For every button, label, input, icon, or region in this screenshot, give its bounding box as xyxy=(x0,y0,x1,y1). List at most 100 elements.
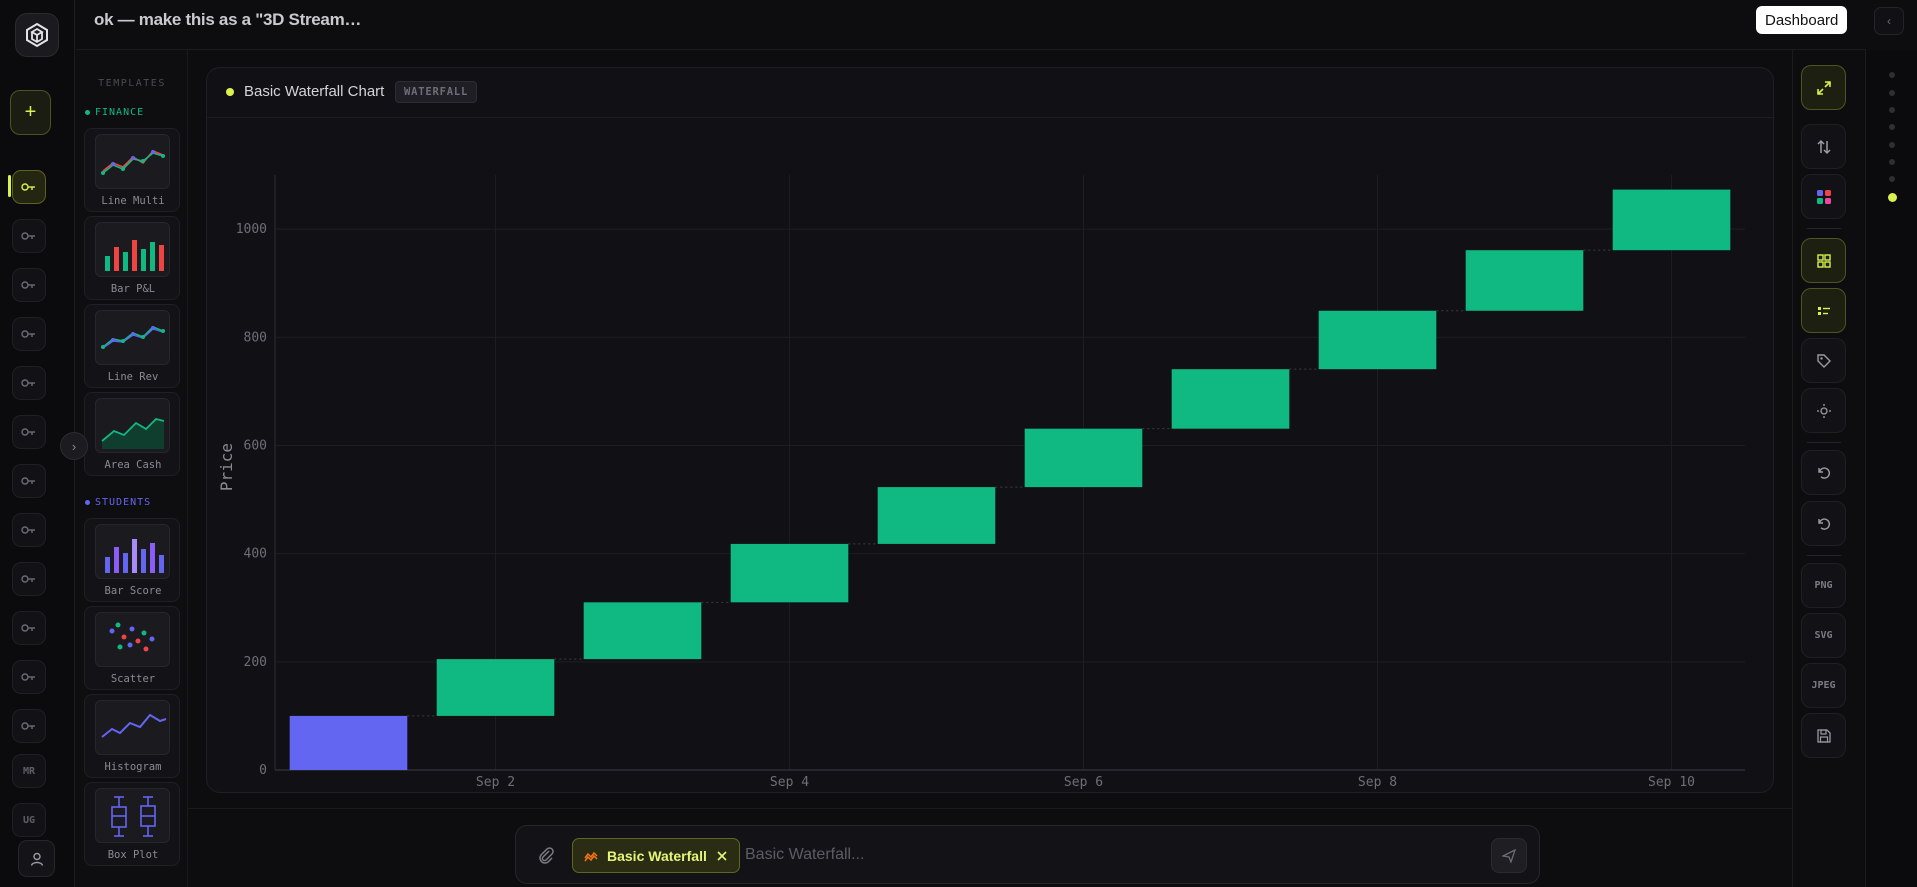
export-jpeg-button[interactable]: JPEG xyxy=(1801,663,1846,708)
rail-item-9[interactable] xyxy=(12,562,46,596)
section-dot xyxy=(85,110,90,115)
template-box-plot[interactable]: Box Plot xyxy=(84,782,180,866)
close-icon[interactable] xyxy=(715,849,729,863)
rail-item-8[interactable] xyxy=(12,513,46,547)
rail-item-6[interactable] xyxy=(12,415,46,449)
legend-toggle-button[interactable] xyxy=(1801,288,1846,333)
new-chat-button[interactable]: + xyxy=(10,90,51,135)
rail-item-5[interactable] xyxy=(12,366,46,400)
area-cash-thumbnail xyxy=(95,398,170,453)
color-palette-button[interactable] xyxy=(1801,174,1846,219)
page-dot[interactable] xyxy=(1889,176,1895,182)
template-line-multi[interactable]: Line Multi xyxy=(84,128,180,212)
send-icon xyxy=(1502,848,1516,863)
templates-panel: TEMPLATES FINANCE Line Multi Bar P&L Lin… xyxy=(76,50,188,887)
page-dot[interactable] xyxy=(1889,107,1895,113)
rail-item-ug[interactable]: UG xyxy=(12,803,46,837)
waterfall-bar xyxy=(1612,189,1731,251)
page-dot[interactable] xyxy=(1889,124,1895,130)
page-dot[interactable] xyxy=(1889,159,1895,165)
section-finance: FINANCE xyxy=(85,107,144,118)
collapse-sidebar-button[interactable]: › xyxy=(60,432,88,460)
reset-button[interactable] xyxy=(1801,501,1846,546)
key-icon xyxy=(21,281,35,289)
chart-card-header: Basic Waterfall Chart WATERFALL xyxy=(207,68,1775,118)
rail-item-10[interactable] xyxy=(12,611,46,645)
export-svg-button[interactable]: SVG xyxy=(1801,613,1846,658)
key-icon xyxy=(21,673,35,681)
bar-pnl-thumbnail xyxy=(95,222,170,277)
line-multi-thumbnail xyxy=(95,134,170,189)
x-tick-label: Sep 6 xyxy=(1064,775,1103,790)
rail-item-11[interactable] xyxy=(12,660,46,694)
bar-score-thumbnail xyxy=(95,524,170,579)
page-dot[interactable] xyxy=(1889,90,1895,96)
sort-button[interactable] xyxy=(1801,124,1846,169)
page-dot[interactable] xyxy=(1889,72,1895,78)
waterfall-bar xyxy=(436,659,555,716)
waterfall-bar xyxy=(583,602,702,660)
rail-item-mr[interactable]: MR xyxy=(12,754,46,788)
waterfall-bar xyxy=(730,543,849,603)
line-rev-thumbnail xyxy=(95,310,170,365)
expand-button[interactable] xyxy=(1801,65,1846,110)
template-area-cash[interactable]: Area Cash xyxy=(84,392,180,476)
key-icon xyxy=(21,232,35,240)
waterfall-bar xyxy=(1318,310,1437,370)
page-dots-nav xyxy=(1866,50,1917,887)
paperclip-icon[interactable] xyxy=(536,845,556,865)
dashboard-button[interactable]: Dashboard xyxy=(1756,6,1848,34)
list-icon xyxy=(1817,306,1830,315)
chart-type-badge: WATERFALL xyxy=(395,81,478,103)
histogram-thumbnail xyxy=(95,700,170,755)
template-histogram[interactable]: Histogram xyxy=(84,694,180,778)
x-tick-label: Sep 8 xyxy=(1358,775,1397,790)
rail-item-2[interactable] xyxy=(12,219,46,253)
grid-icon xyxy=(1816,253,1831,268)
collapse-right-button[interactable]: ‹ xyxy=(1874,7,1904,35)
labels-button[interactable] xyxy=(1801,338,1846,383)
user-icon xyxy=(30,852,43,866)
waterfall-bar xyxy=(1024,428,1143,488)
export-png-button[interactable]: PNG xyxy=(1801,563,1846,608)
key-icon xyxy=(21,477,35,485)
grid-toggle-button[interactable] xyxy=(1801,238,1846,283)
key-icon xyxy=(21,624,35,632)
page-dot[interactable] xyxy=(1889,142,1895,148)
waterfall-bar xyxy=(1171,369,1290,429)
save-button[interactable] xyxy=(1801,713,1846,758)
template-chip-label: Basic Waterfall xyxy=(607,847,707,864)
user-profile-button[interactable] xyxy=(18,840,55,877)
rail-item-7[interactable] xyxy=(12,464,46,498)
rail-item-4[interactable] xyxy=(12,317,46,351)
box-plot-thumbnail xyxy=(95,788,170,843)
key-icon xyxy=(21,379,35,387)
key-icon xyxy=(21,183,35,191)
template-bar-score[interactable]: Bar Score xyxy=(84,518,180,602)
y-tick-label: 800 xyxy=(244,330,267,345)
y-tick-label: 200 xyxy=(244,655,267,670)
template-bar-pnl[interactable]: Bar P&L xyxy=(84,216,180,300)
expand-icon xyxy=(1816,80,1831,95)
y-tick-label: 1000 xyxy=(236,222,267,237)
rail-item-3[interactable] xyxy=(12,268,46,302)
undo-button[interactable] xyxy=(1801,450,1846,495)
rotate-icon xyxy=(1817,517,1830,530)
x-tick-sublabel: 2023 xyxy=(480,793,511,794)
template-line-rev[interactable]: Line Rev xyxy=(84,304,180,388)
sun-icon xyxy=(1816,403,1831,418)
plus-icon: + xyxy=(24,101,37,123)
waterfall-chart[interactable]: 0 200 400 600 800 1000 Sep 2 2023 Sep 4 Sep 6 Sep … xyxy=(207,118,1775,794)
send-button[interactable] xyxy=(1491,838,1527,873)
app-logo-icon[interactable] xyxy=(15,13,59,57)
rail-item-1[interactable] xyxy=(12,170,46,204)
waterfall-bar xyxy=(877,487,996,544)
x-tick-label: Sep 10 xyxy=(1648,775,1695,790)
theme-toggle-button[interactable] xyxy=(1801,388,1846,433)
undo-icon xyxy=(1817,466,1830,479)
page-dot-active[interactable] xyxy=(1888,193,1897,202)
scatter-thumbnail xyxy=(95,612,170,667)
template-scatter[interactable]: Scatter xyxy=(84,606,180,690)
prompt-input[interactable] xyxy=(745,844,1465,866)
rail-item-12[interactable] xyxy=(12,709,46,743)
